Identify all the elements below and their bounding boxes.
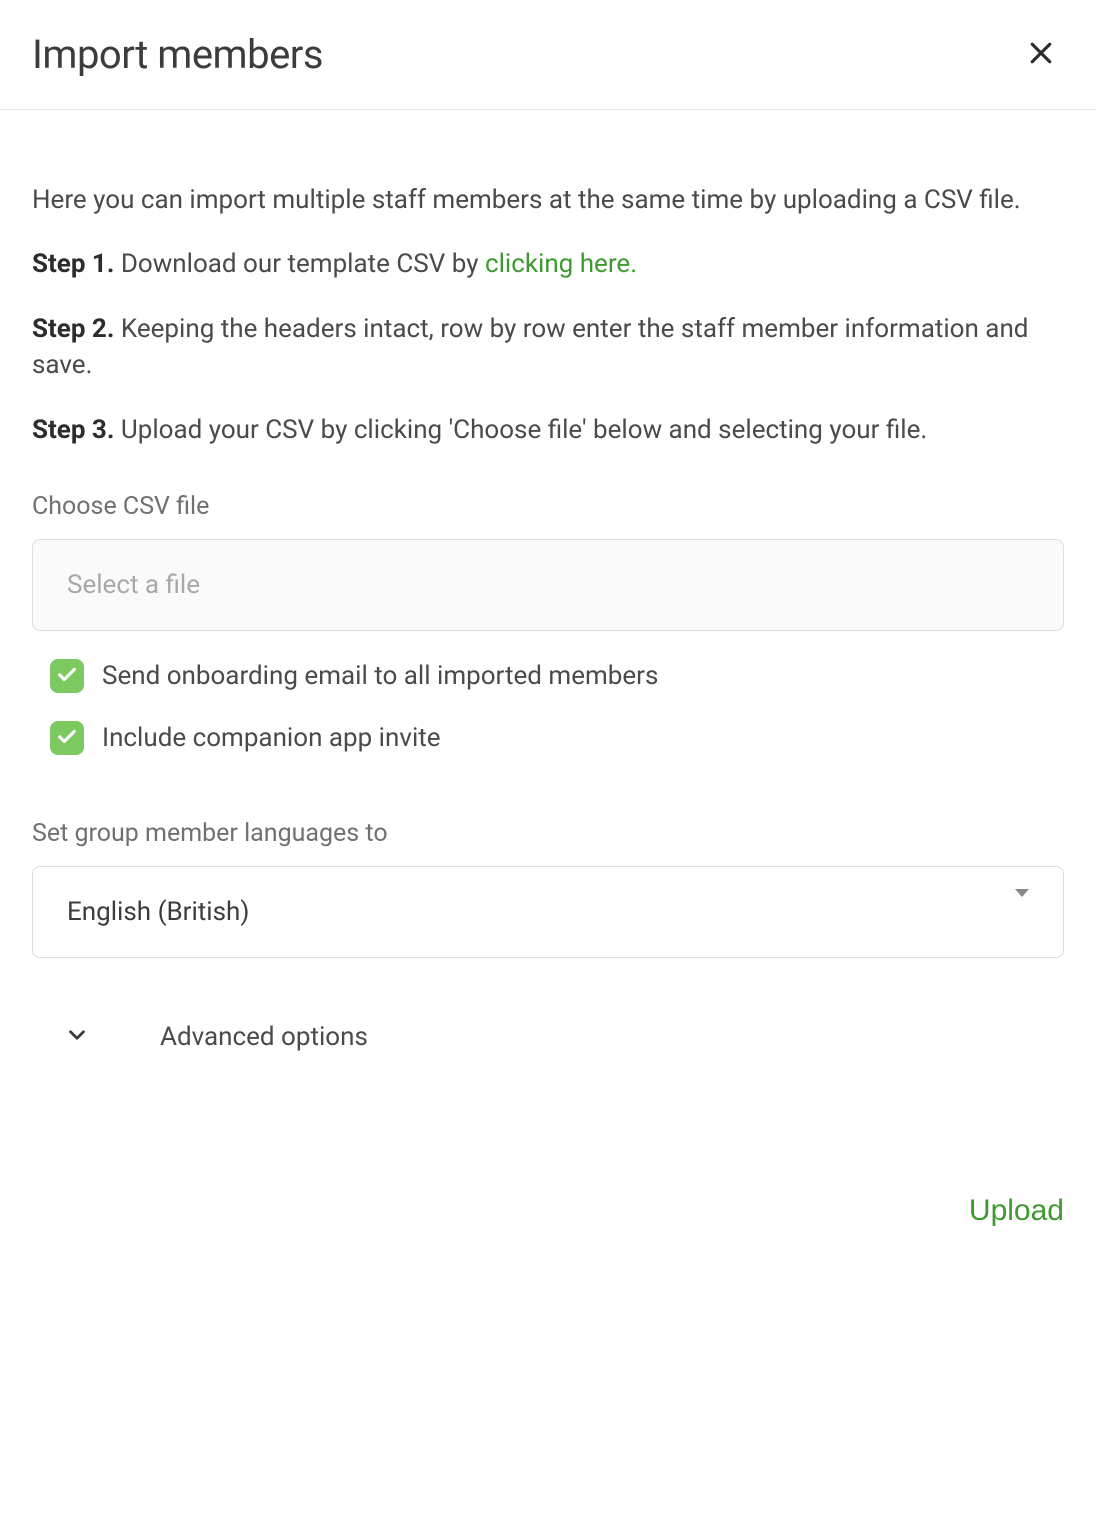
checkbox-companion-invite[interactable]: Include companion app invite [32, 721, 1064, 755]
upload-button[interactable]: Upload [969, 1194, 1064, 1228]
step-3-text: Upload your CSV by clicking 'Choose file… [114, 415, 927, 445]
language-selected-value: English (British) [67, 897, 249, 927]
step-2: Step 2. Keeping the headers intact, row … [32, 311, 1064, 384]
close-button[interactable] [1018, 30, 1064, 79]
close-icon [1026, 38, 1056, 71]
language-select[interactable]: English (British) [32, 866, 1064, 958]
checkbox-onboarding-email[interactable]: Send onboarding email to all imported me… [32, 659, 1064, 693]
dialog-title: Import members [32, 31, 323, 78]
advanced-options-toggle[interactable]: Advanced options [32, 1022, 1064, 1052]
dialog-footer: Upload [0, 1194, 1096, 1268]
step-1-label: Step 1. [32, 249, 114, 279]
checkbox-onboarding-email-label: Send onboarding email to all imported me… [102, 661, 658, 691]
step-1: Step 1. Download our template CSV by cli… [32, 246, 1064, 282]
checkbox-companion-invite-box[interactable] [50, 721, 84, 755]
step-3-label: Step 3. [32, 415, 114, 445]
step-2-label: Step 2. [32, 314, 114, 344]
dialog-content: Here you can import multiple staff membe… [0, 110, 1096, 1084]
step-3: Step 3. Upload your CSV by clicking 'Cho… [32, 412, 1064, 448]
checkbox-companion-invite-label: Include companion app invite [102, 723, 441, 753]
language-field-label: Set group member languages to [32, 819, 1064, 848]
check-icon [56, 725, 78, 751]
step-1-text: Download our template CSV by [114, 249, 485, 279]
check-icon [56, 663, 78, 689]
dialog-header: Import members [0, 0, 1096, 110]
advanced-options-label: Advanced options [160, 1022, 368, 1052]
intro-text: Here you can import multiple staff membe… [32, 182, 1064, 218]
checkbox-onboarding-email-box[interactable] [50, 659, 84, 693]
chevron-down-icon [64, 1022, 90, 1052]
file-input[interactable]: Select a file [32, 539, 1064, 631]
download-template-link[interactable]: clicking here. [485, 249, 637, 279]
file-input-placeholder: Select a file [67, 570, 200, 600]
step-2-text: Keeping the headers intact, row by row e… [32, 314, 1028, 380]
caret-down-icon [1015, 897, 1029, 927]
file-field-label: Choose CSV file [32, 492, 1064, 521]
